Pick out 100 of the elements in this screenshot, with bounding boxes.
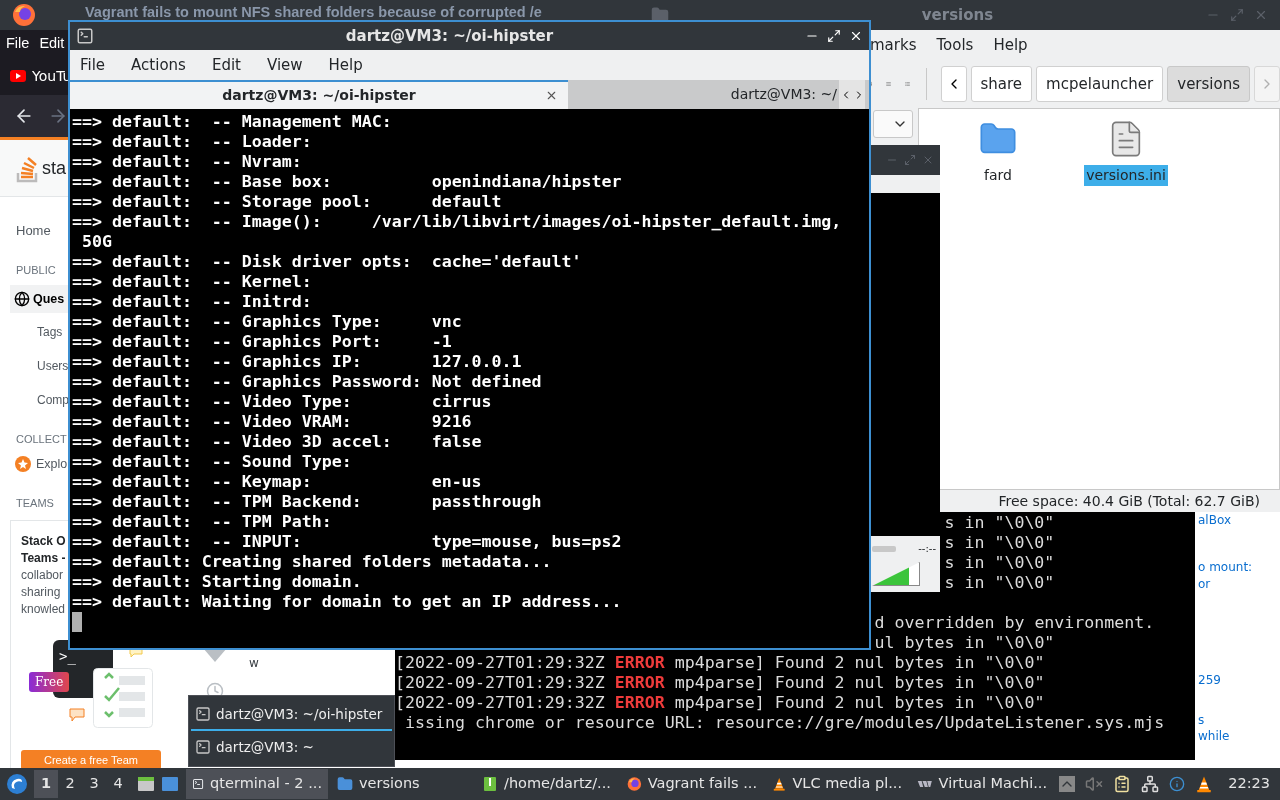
- window-list-item[interactable]: dartz@VM3: ~: [191, 731, 392, 763]
- muted-speaker-icon[interactable]: [1085, 775, 1103, 793]
- checklist-drawing: [93, 668, 153, 728]
- sidebar-heading: TEAMS: [16, 495, 54, 511]
- terminal-line: ==> default: -- Kernel:: [72, 272, 312, 292]
- menu-item[interactable]: Help: [328, 53, 363, 77]
- network-icon[interactable]: [1141, 775, 1159, 793]
- log-line: d overridden by environment.: [874, 613, 1155, 633]
- menu-item[interactable]: Help: [993, 33, 1028, 57]
- workspace-button[interactable]: 3: [82, 770, 106, 798]
- terminal-line: ==> default: -- Base box: openindiana/hipster: [72, 172, 622, 192]
- task-button[interactable]: versions: [331, 769, 473, 799]
- tab[interactable]: dartz@VM3: ~/oi-hipster: [70, 80, 568, 109]
- window-title: dartz@VM3: ~/oi-hipster: [344, 25, 555, 47]
- close-tab-icon[interactable]: [545, 89, 558, 102]
- task-button[interactable]: /home/dartz/...: [476, 769, 618, 799]
- terminal-line: ==> default: Waiting for domain to get an IP address...: [72, 592, 622, 612]
- menu-item[interactable]: File: [6, 32, 30, 55]
- task-button[interactable]: Virtual Machi...: [911, 769, 1053, 799]
- info-icon[interactable]: [1169, 776, 1185, 792]
- play-icon: [10, 70, 26, 82]
- logo-text: sta: [42, 156, 66, 180]
- log-line: s in "\0\0": [944, 533, 1055, 553]
- volume-slider[interactable]: [872, 562, 920, 586]
- workspace-button[interactable]: 1: [34, 770, 58, 798]
- sidebar-link[interactable]: Comp: [36, 391, 70, 409]
- cone-icon: [772, 776, 787, 792]
- files-icon[interactable]: [136, 774, 156, 794]
- icon-view-entry[interactable]: versions.ini: [1085, 119, 1167, 186]
- close-icon[interactable]: [849, 29, 863, 43]
- maximize-icon[interactable]: [827, 29, 841, 43]
- link-text[interactable]: 259: [1198, 672, 1221, 688]
- sidebar-link[interactable]: Home: [14, 221, 53, 241]
- terminal-line: ==> default: -- Graphics IP: 127.0.0.1: [72, 352, 522, 372]
- task-button[interactable]: Vagrant fails ...: [621, 769, 763, 799]
- breadcrumb[interactable]: mcpelauncher: [1036, 66, 1164, 102]
- terminal-line: ==> default: -- Loader:: [72, 132, 312, 152]
- dropdown[interactable]: [873, 110, 913, 138]
- menu-item[interactable]: View: [266, 53, 303, 77]
- tab-scroll-right-button[interactable]: [852, 80, 865, 109]
- breadcrumb[interactable]: versions: [1167, 66, 1250, 102]
- terminal-line: ==> default: -- Sound Type:: [72, 452, 352, 472]
- link-text[interactable]: or: [1198, 576, 1211, 592]
- log-line: [2022-09-27T01:29:32Z ERROR mp4parse] Found 2 nul bytes in "\0\0": [395, 693, 1045, 713]
- link-text[interactable]: while: [1198, 728, 1230, 744]
- terminal-icon: [195, 739, 211, 755]
- terminal-line: ==> default: -- Disk driver opts: cache='default': [72, 252, 582, 272]
- menu-item[interactable]: File: [80, 53, 106, 77]
- log-line: s in "\0\0": [944, 573, 1055, 593]
- archive-icon: [482, 776, 498, 792]
- menu-item[interactable]: marks: [870, 33, 917, 57]
- terminal-icon: [192, 776, 205, 792]
- tab-scroll-left-button[interactable]: [839, 80, 852, 109]
- time-label: --:--: [918, 542, 936, 556]
- terminal-line: ==> default: -- TPM Backend: passthrough: [72, 492, 542, 512]
- sidebar-heading: PUBLIC: [16, 262, 56, 278]
- task-button[interactable]: VLC media pl...: [766, 769, 908, 799]
- menu-item[interactable]: Edit: [39, 32, 65, 55]
- clipboard-icon[interactable]: [1113, 775, 1131, 793]
- link-text[interactable]: alBox: [1198, 512, 1231, 528]
- terminal-line: ==> default: -- Video 3D accel: false: [72, 432, 482, 452]
- card-title: Stack O: [21, 533, 66, 550]
- icon-view-entry[interactable]: fard: [957, 119, 1039, 186]
- window-title: Vagrant fails to mount NFS shared folders because of corrupted /e: [85, 5, 542, 20]
- link-text[interactable]: s: [1198, 712, 1205, 728]
- firefox-icon: [12, 3, 36, 27]
- workspace-button[interactable]: 4: [106, 770, 130, 798]
- window-icon[interactable]: [160, 774, 180, 794]
- start-menu-icon[interactable]: [6, 773, 28, 795]
- card-text: sharing: [21, 584, 61, 601]
- terminal-line: ==> default: -- Keymap: en-us: [72, 472, 482, 492]
- sidebar-item[interactable]: Ques: [10, 285, 68, 313]
- log-line: [2022-09-27T01:29:32Z ERROR mp4parse] Found 2 nul bytes in "\0\0": [395, 653, 1045, 673]
- scroll-left-button[interactable]: [940, 66, 967, 102]
- menu-item[interactable]: Edit: [211, 53, 241, 77]
- link-text[interactable]: o mount:: [1198, 559, 1253, 575]
- globe-icon: [14, 291, 30, 307]
- free-badge: Free: [29, 672, 70, 692]
- terminal-line: ==> default: -- Graphics Port: -1: [72, 332, 452, 352]
- terminal-line: ==> default: -- Management MAC:: [72, 112, 392, 132]
- log-line: issing chrome or resource URL: resource://gre/modules/UpdateListener.sys.mjs: [405, 713, 1165, 733]
- terminal-line: ==> default: -- Nvram:: [72, 152, 302, 172]
- prompt-text: >_: [59, 647, 76, 667]
- terminal-line: ==> default: -- Initrd:: [72, 292, 312, 312]
- window-list-item[interactable]: dartz@VM3: ~/oi-hipster: [191, 699, 392, 731]
- menu-item[interactable]: Tools: [936, 33, 974, 57]
- task-button[interactable]: qterminal - 2 ...: [186, 769, 328, 799]
- sidebar-link[interactable]: Tags: [36, 323, 64, 341]
- window-title: versions: [920, 4, 995, 26]
- card-text: collabor: [21, 567, 64, 584]
- menu-item[interactable]: Actions: [131, 53, 186, 77]
- breadcrumb[interactable]: share: [970, 66, 1033, 102]
- folder-icon: [337, 776, 353, 792]
- sidebar-link[interactable]: Users: [36, 357, 70, 375]
- sidebar-item[interactable]: Explo: [14, 452, 68, 476]
- log-line: [2022-09-27T01:29:32Z ERROR mp4parse] Found 2 nul bytes in "\0\0": [395, 673, 1045, 693]
- cursor: [72, 612, 82, 632]
- workspace-button[interactable]: 2: [58, 770, 82, 798]
- terminal-line: ==> default: -- TPM Path:: [72, 512, 332, 532]
- terminal-icon: [76, 27, 94, 45]
